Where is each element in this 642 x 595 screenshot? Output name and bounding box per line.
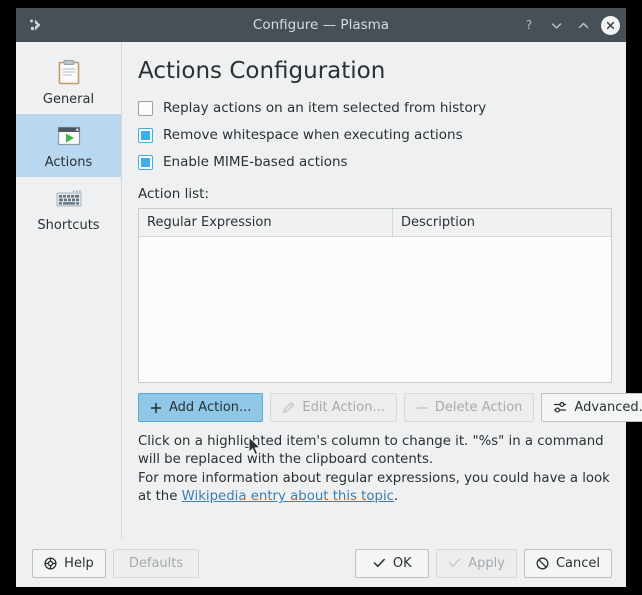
delete-action-button[interactable]: Delete Action xyxy=(404,393,535,422)
window-controls: ? xyxy=(520,16,620,35)
checkbox-remove-whitespace[interactable]: Remove whitespace when executing actions xyxy=(138,127,612,143)
settings-page: Actions Configuration Replay actions on … xyxy=(122,42,626,539)
lifebuoy-icon xyxy=(44,557,57,570)
button-label: Help xyxy=(64,556,94,571)
sidebar-item-shortcuts[interactable]: Shortcuts xyxy=(16,177,121,240)
help-description: Click on a highlighted item's column to … xyxy=(138,433,612,506)
checkbox-enable-mime-actions[interactable]: Enable MIME-based actions xyxy=(138,154,612,170)
button-label: Advanced... xyxy=(574,400,642,415)
help-button[interactable]: Help xyxy=(32,549,106,578)
help-line-2-suffix: . xyxy=(394,489,398,504)
button-label: Defaults xyxy=(129,556,183,571)
button-label: Edit Action... xyxy=(302,400,384,415)
cancel-button[interactable]: Cancel xyxy=(524,549,612,578)
ok-button[interactable]: OK xyxy=(355,549,429,578)
chevron-down-icon[interactable] xyxy=(547,16,565,34)
chevron-up-icon[interactable] xyxy=(574,16,592,34)
sidebar-item-label: General xyxy=(43,92,94,107)
minus-icon xyxy=(416,402,428,414)
button-label: OK xyxy=(393,556,412,571)
checkbox-label: Remove whitespace when executing actions xyxy=(163,127,463,143)
window-help-button[interactable]: ? xyxy=(520,16,538,34)
column-header-description[interactable]: Description xyxy=(393,209,611,236)
window-play-icon xyxy=(54,121,84,151)
button-label: Cancel xyxy=(556,556,600,571)
dialog-button-box: Help Defaults OK Apply Can xyxy=(16,539,626,587)
ban-icon xyxy=(536,557,549,570)
checkbox-label: Replay actions on an item selected from … xyxy=(163,100,486,116)
apply-button[interactable]: Apply xyxy=(436,549,517,578)
sidebar-item-label: Shortcuts xyxy=(37,218,99,233)
checkbox-box[interactable] xyxy=(138,101,153,116)
check-icon xyxy=(373,557,386,569)
plus-icon xyxy=(150,402,162,414)
clipboard-icon xyxy=(54,58,84,88)
sidebar: General Actions xyxy=(16,42,122,539)
check-icon xyxy=(448,557,461,569)
button-label: Add Action... xyxy=(169,400,251,415)
configure-plasma-window: Configure — Plasma ? xyxy=(16,8,626,587)
defaults-button[interactable]: Defaults xyxy=(113,549,199,578)
checkbox-box[interactable] xyxy=(138,128,153,143)
advanced-button[interactable]: Advanced... xyxy=(541,393,642,422)
page-title: Actions Configuration xyxy=(138,58,612,84)
sliders-icon xyxy=(553,401,567,414)
pencil-icon xyxy=(282,401,295,414)
action-buttons-bar: Add Action... Edit Action... Delete Acti… xyxy=(138,393,612,422)
add-action-button[interactable]: Add Action... xyxy=(138,393,263,422)
svg-text:?: ? xyxy=(526,18,532,32)
sidebar-item-actions[interactable]: Actions xyxy=(16,114,121,177)
edit-action-button[interactable]: Edit Action... xyxy=(270,393,396,422)
button-label: Apply xyxy=(468,556,505,571)
window-body: General Actions xyxy=(16,42,626,539)
checkbox-label: Enable MIME-based actions xyxy=(163,154,348,170)
sidebar-item-label: Actions xyxy=(45,155,93,170)
table-header: Regular Expression Description xyxy=(139,209,611,237)
title-bar[interactable]: Configure — Plasma ? xyxy=(16,8,626,42)
column-header-regular-expression[interactable]: Regular Expression xyxy=(139,209,393,236)
button-label: Delete Action xyxy=(435,400,523,415)
action-list-label: Action list: xyxy=(138,186,612,202)
checkbox-box[interactable] xyxy=(138,155,153,170)
action-list-table[interactable]: Regular Expression Description xyxy=(138,208,612,383)
close-icon[interactable] xyxy=(601,16,620,35)
wikipedia-link[interactable]: Wikipedia entry about this topic xyxy=(182,489,394,504)
plasma-logo-icon xyxy=(24,14,46,36)
checkbox-replay-actions[interactable]: Replay actions on an item selected from … xyxy=(138,100,612,116)
sidebar-item-general[interactable]: General xyxy=(16,51,121,114)
help-line-1: Click on a highlighted item's column to … xyxy=(138,434,604,467)
table-body-empty[interactable] xyxy=(139,237,611,382)
keyboard-icon xyxy=(54,184,84,214)
